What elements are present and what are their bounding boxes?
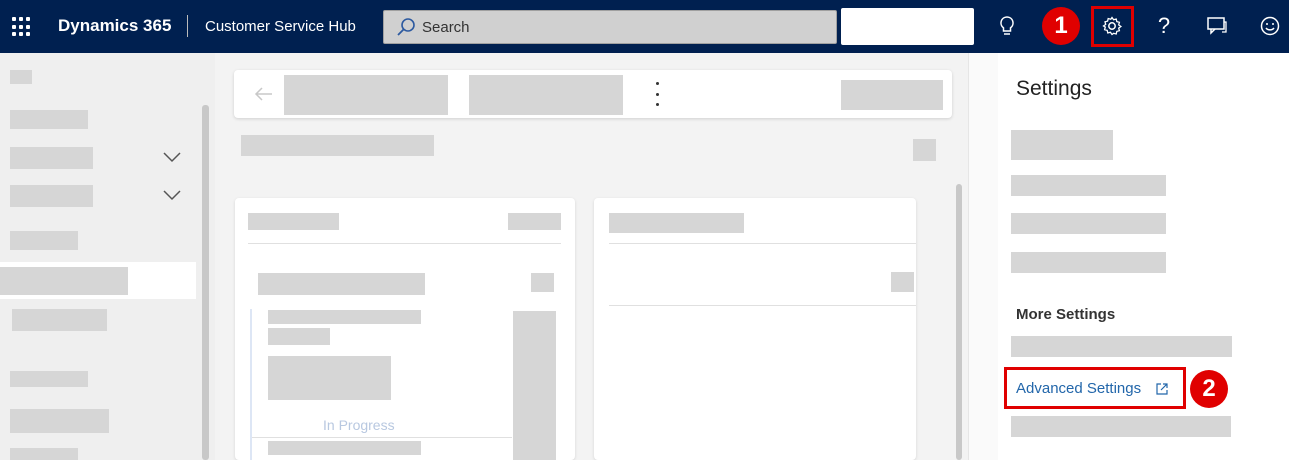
smiley-icon[interactable]	[1258, 14, 1282, 38]
sidebar-item[interactable]	[10, 371, 88, 387]
panel-edge	[968, 53, 998, 460]
settings-item[interactable]	[1011, 213, 1166, 234]
redacted-button[interactable]	[841, 8, 974, 45]
sidebar-item[interactable]	[10, 231, 78, 250]
search-placeholder: Search	[422, 19, 470, 36]
sidebar-item[interactable]	[10, 70, 32, 84]
divider	[609, 243, 916, 244]
divider	[609, 305, 916, 306]
status-text: In Progress	[323, 417, 395, 433]
card-scroll-region	[513, 311, 556, 460]
card-subaction[interactable]	[531, 273, 554, 292]
search-icon	[397, 18, 415, 36]
page-action[interactable]	[913, 139, 936, 161]
back-arrow-icon[interactable]	[254, 86, 274, 102]
card-title	[248, 213, 339, 230]
divider	[252, 437, 512, 438]
step-1-badge: 1	[1042, 7, 1080, 45]
sidebar-item-label	[0, 267, 128, 295]
product-name[interactable]: Dynamics 365	[58, 16, 171, 36]
step-2-badge: 2	[1190, 370, 1228, 408]
settings-item[interactable]	[1011, 252, 1166, 273]
command-button[interactable]	[841, 80, 943, 110]
divider	[248, 243, 561, 244]
card-subtitle	[258, 273, 425, 295]
list-item-line	[268, 310, 421, 324]
help-icon[interactable]: ?	[1152, 13, 1176, 38]
chevron-down-icon[interactable]	[162, 189, 182, 201]
waffle-icon[interactable]	[12, 17, 32, 37]
sidebar-scrollbar[interactable]	[202, 105, 209, 460]
sidebar-group[interactable]	[10, 185, 93, 207]
list-item-line	[268, 441, 421, 455]
sidebar-item[interactable]	[10, 110, 88, 129]
dashboard-card	[594, 198, 916, 460]
sitemap-sidebar	[0, 53, 215, 460]
divider	[187, 15, 188, 37]
chevron-down-icon[interactable]	[162, 151, 182, 163]
list-item-tile[interactable]	[268, 356, 391, 400]
command-button[interactable]	[469, 75, 623, 115]
page-title	[241, 135, 434, 156]
settings-item[interactable]	[1011, 175, 1166, 196]
command-button[interactable]	[284, 75, 448, 115]
app-name[interactable]: Customer Service Hub	[205, 18, 356, 35]
more-commands-icon[interactable]	[654, 82, 660, 106]
advanced-settings-highlight-box	[1004, 367, 1186, 409]
card-action[interactable]	[508, 213, 561, 230]
sidebar-item[interactable]	[10, 409, 109, 433]
settings-item[interactable]	[1011, 416, 1231, 437]
list-item-line	[268, 328, 330, 345]
more-settings-heading: More Settings	[1016, 306, 1116, 323]
settings-title: Settings	[1016, 77, 1092, 100]
main-scrollbar[interactable]	[956, 184, 962, 460]
settings-highlight-box	[1091, 6, 1134, 47]
feedback-icon[interactable]	[1205, 14, 1229, 38]
sidebar-item[interactable]	[12, 309, 107, 331]
settings-item[interactable]	[1011, 336, 1232, 357]
card-subaction[interactable]	[891, 272, 914, 292]
settings-item[interactable]	[1011, 130, 1113, 160]
command-bar	[234, 70, 952, 118]
lightbulb-icon[interactable]	[995, 14, 1019, 38]
sidebar-group[interactable]	[10, 147, 93, 169]
card-title	[609, 213, 744, 233]
sidebar-item[interactable]	[10, 448, 78, 460]
search-box[interactable]: Search	[383, 10, 837, 44]
